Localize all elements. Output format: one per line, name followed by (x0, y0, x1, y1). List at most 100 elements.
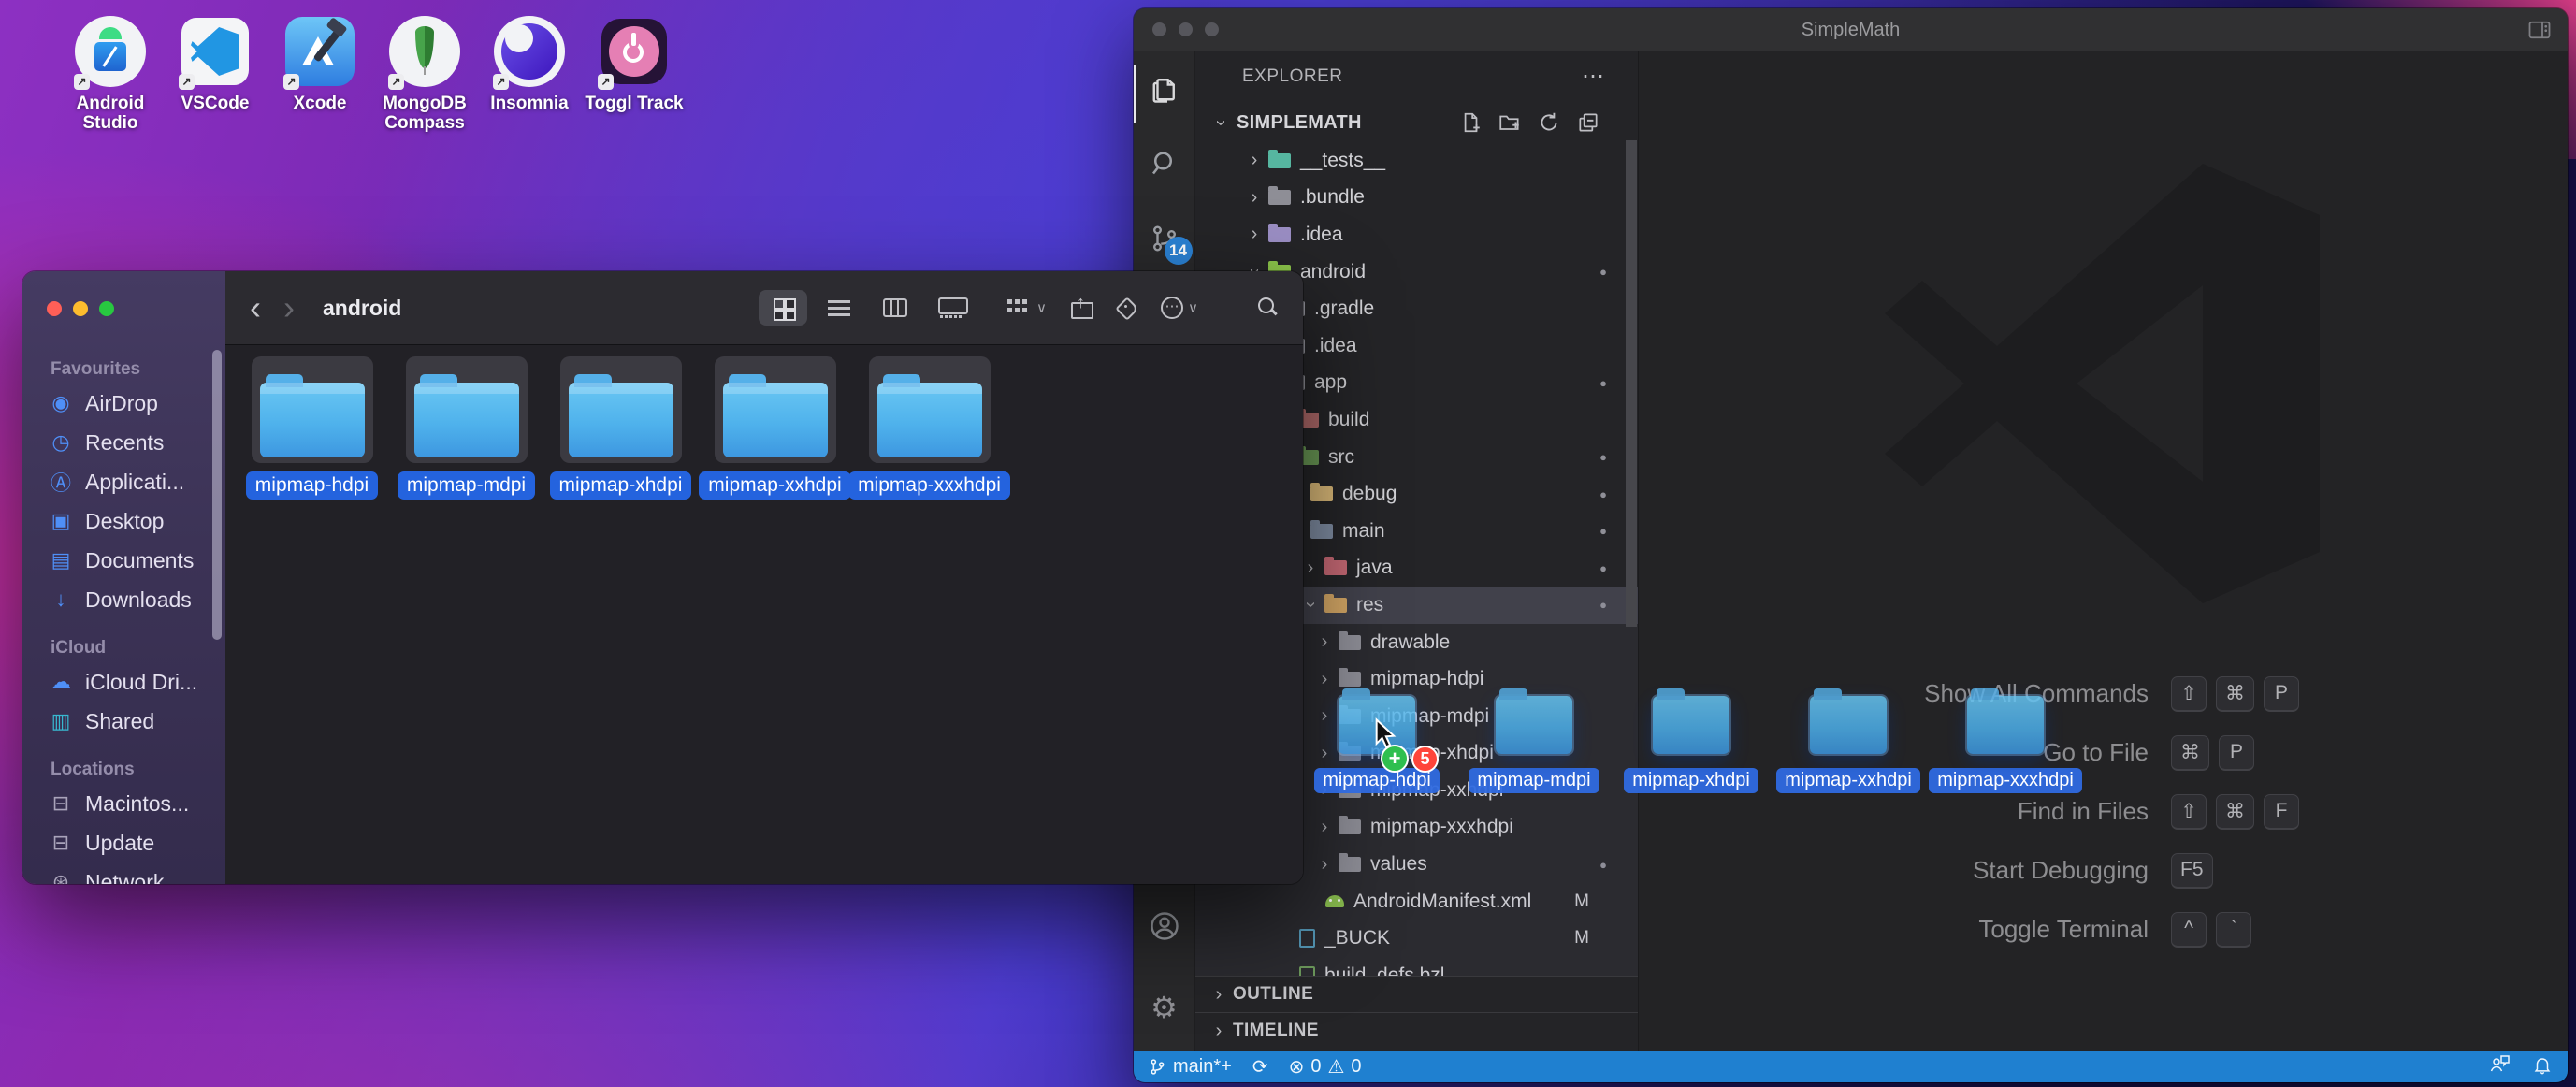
desktop-shortcut[interactable]: ↗ Xcode (268, 13, 372, 134)
folder-tile[interactable]: mipmap-xxxhdpi (852, 356, 1006, 500)
sidebar-item-icon: ⊛ (49, 870, 73, 884)
key-cap: P (2219, 735, 2254, 771)
new-folder-icon[interactable] (1498, 110, 1522, 135)
toolbar-action-button[interactable] (1116, 297, 1136, 318)
item-label: java (1356, 557, 1393, 579)
forward-button[interactable]: › (283, 291, 295, 325)
vscode-window: SimpleMath (1134, 8, 2568, 1082)
explorer-title: EXPLORER (1242, 66, 1342, 87)
shortcut-label: Find in Files (1639, 797, 2149, 826)
view-button[interactable] (815, 290, 863, 326)
finder-sidebar-item[interactable]: ▤ Documents (22, 541, 225, 580)
finder-sidebar-item[interactable]: ▥ Shared (22, 702, 225, 741)
item-label: drawable (1370, 631, 1450, 654)
item-label: __tests__ (1300, 150, 1385, 172)
status-bar-left: main*+ ⟳ ⊗ 0 ⚠ 0 (1149, 1055, 1362, 1079)
sidebar-item-label: Documents (85, 548, 194, 573)
view-button[interactable] (927, 290, 976, 326)
dragged-folder: mipmap-xxxhdpi (1927, 696, 2084, 793)
explorer-view-icon[interactable] (1142, 66, 1187, 111)
sync-button[interactable]: ⟳ (1252, 1055, 1268, 1079)
view-button[interactable] (871, 290, 919, 326)
finder-main: ‹ › android (225, 271, 1303, 884)
git-status-badge: M (1574, 891, 1589, 912)
dragged-folder-label: mipmap-xxxhdpi (1929, 768, 2082, 793)
folder-tile[interactable]: mipmap-xxhdpi (698, 356, 852, 500)
more-actions-icon[interactable]: ⋯ (1582, 63, 1604, 90)
folder-tile[interactable]: mipmap-xhdpi (543, 356, 698, 500)
finder-sidebar-item[interactable]: ◷ Recents (22, 423, 225, 462)
drag-ghosts: mipmap-hdpi mipmap-mdpi mipmap-xhdpi mip… (1298, 696, 2084, 793)
source-control-view-icon[interactable]: 14 (1142, 216, 1187, 261)
vscode-logo-watermark (1871, 145, 2338, 622)
scrollbar[interactable] (1626, 140, 1637, 627)
explorer-tree-item[interactable]: .idea (1195, 216, 1638, 254)
modified-dot: ● (1589, 265, 1617, 279)
app-icon-art (631, 33, 636, 46)
desktop-shortcut[interactable]: ↗ VSCode (163, 13, 268, 134)
new-file-icon[interactable] (1458, 110, 1483, 135)
folder-tile[interactable]: mipmap-hdpi (235, 356, 389, 500)
toolbar-actions: ∨ (1007, 297, 1279, 319)
zoom-button[interactable] (99, 301, 114, 316)
problems-status[interactable]: ⊗ 0 ⚠ 0 (1289, 1055, 1362, 1079)
close-button[interactable] (47, 301, 62, 316)
notifications-bell-icon[interactable] (2532, 1053, 2553, 1080)
customize-layout-icon[interactable] (2528, 19, 2551, 46)
sidebar-panel-header[interactable]: TIMELINE (1195, 1012, 1638, 1049)
finder-sidebar-item[interactable]: ⊟ Update (22, 823, 225, 862)
folder-icon (260, 383, 365, 457)
panel-title: TIMELINE (1233, 1021, 1319, 1041)
refresh-icon[interactable] (1537, 110, 1561, 135)
accounts-icon[interactable] (1142, 904, 1187, 949)
toolbar-action-button[interactable] (1256, 297, 1279, 319)
sidebar-section: Locations ⊟ Macintos... ⊟ (22, 760, 225, 884)
minimize-button[interactable] (73, 301, 88, 316)
toolbar-action-button[interactable] (1071, 297, 1092, 319)
scrollbar[interactable] (212, 350, 222, 640)
finder-sidebar-item[interactable]: ▣ Desktop (22, 501, 225, 541)
desktop-shortcut[interactable]: ↗ Toggl Track (582, 13, 687, 134)
git-status-badge: M (1574, 928, 1589, 949)
finder-sidebar-item[interactable]: ◉ AirDrop (22, 384, 225, 423)
collapse-all-icon[interactable] (1576, 110, 1600, 135)
desktop-shortcut[interactable]: ↗ MongoDB Compass (372, 13, 477, 134)
finder-sidebar-item[interactable]: ⊛ Network (22, 862, 225, 884)
sidebar-item-icon: ↓ (49, 587, 73, 612)
finder-sidebar-item[interactable]: ↓ Downloads (22, 580, 225, 619)
item-type-icon (1339, 819, 1361, 834)
alias-arrow-badge: ↗ (74, 74, 90, 90)
desktop-shortcut[interactable]: ↗ Insomnia (477, 13, 582, 134)
finder-sidebar-item[interactable]: ☁ iCloud Dri... (22, 662, 225, 702)
view-button[interactable] (759, 290, 807, 326)
scm-pending-changes-badge: 14 (1165, 237, 1193, 265)
dragged-folder: mipmap-mdpi (1455, 696, 1613, 793)
finder-sidebar-item[interactable]: ⊟ Macintos... (22, 784, 225, 823)
settings-gear-icon[interactable]: ⚙ (1142, 985, 1187, 1030)
back-button[interactable]: ‹ (250, 291, 261, 325)
finder-sidebar-item[interactable]: Ⓐ Applicati... (22, 462, 225, 501)
sidebar-panel-header[interactable]: OUTLINE (1195, 976, 1638, 1012)
sidebar-item-label: Macintos... (85, 791, 189, 817)
item-type-icon (1299, 929, 1315, 948)
folder-tile[interactable]: mipmap-mdpi (389, 356, 543, 500)
feedback-icon[interactable] (2489, 1053, 2511, 1080)
toolbar-action-icon (1116, 297, 1136, 318)
item-type-icon (1310, 524, 1333, 539)
git-branch-status[interactable]: main*+ (1149, 1056, 1232, 1078)
app-icon: ↗ (282, 13, 358, 90)
toolbar-action-button[interactable]: ∨ (1007, 297, 1047, 318)
vscode-titlebar[interactable]: SimpleMath (1134, 8, 2568, 51)
shortcut-row: Start Debugging F5 (1639, 841, 2568, 900)
explorer-tree-item[interactable]: AndroidManifest.xml M (1195, 883, 1638, 920)
desktop-shortcut[interactable]: ↗ Android Studio (58, 13, 163, 134)
explorer-header: EXPLORER ⋯ (1195, 63, 1638, 91)
project-section-header[interactable]: SIMPLEMATH (1195, 104, 1638, 141)
explorer-tree-item[interactable]: .bundle (1195, 180, 1638, 217)
search-view-icon[interactable] (1142, 141, 1187, 186)
explorer-tree-item[interactable]: __tests__ (1195, 142, 1638, 180)
explorer-tree-item[interactable]: _BUCK M (1195, 920, 1638, 957)
toolbar-action-button[interactable]: ∨ (1161, 297, 1198, 319)
sidebar-item-label: Downloads (85, 587, 192, 613)
sidebar-item-label: iCloud Dri... (85, 670, 197, 695)
